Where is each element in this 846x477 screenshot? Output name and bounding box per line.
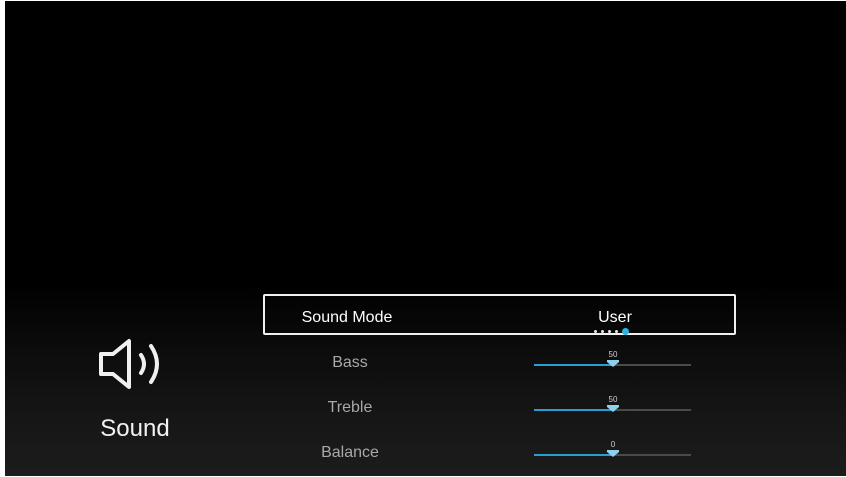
bass-label: Bass bbox=[332, 354, 368, 371]
tv-screen: Sound Sound Mode User Bass 50 Treble 50 … bbox=[5, 1, 846, 476]
slider-fill bbox=[534, 454, 613, 456]
bass-value: 50 bbox=[608, 350, 618, 359]
treble-label: Treble bbox=[327, 399, 373, 416]
treble-slider[interactable]: 50 bbox=[534, 395, 691, 413]
slider-thumb-icon[interactable] bbox=[607, 360, 619, 367]
indicator-dot bbox=[615, 329, 618, 333]
sound-mode-label: Sound Mode bbox=[301, 309, 393, 326]
slider-thumb-icon[interactable] bbox=[607, 450, 619, 457]
indicator-dot bbox=[594, 329, 597, 333]
indicator-dot-active bbox=[622, 327, 629, 335]
balance-value: 0 bbox=[610, 440, 616, 449]
slider-fill bbox=[534, 409, 613, 411]
speaker-icon bbox=[99, 339, 159, 389]
slider-thumb-icon[interactable] bbox=[607, 405, 619, 412]
bass-slider[interactable]: 50 bbox=[534, 350, 691, 368]
sound-mode-value[interactable]: User bbox=[565, 309, 665, 327]
balance-label: Balance bbox=[321, 444, 379, 461]
balance-slider[interactable]: 0 bbox=[534, 440, 691, 458]
category-label: Sound bbox=[100, 415, 170, 442]
indicator-dot bbox=[608, 329, 611, 333]
treble-value: 50 bbox=[608, 395, 618, 404]
sound-mode-page-indicator bbox=[594, 327, 629, 335]
indicator-dot bbox=[601, 329, 604, 333]
slider-fill bbox=[534, 364, 613, 366]
